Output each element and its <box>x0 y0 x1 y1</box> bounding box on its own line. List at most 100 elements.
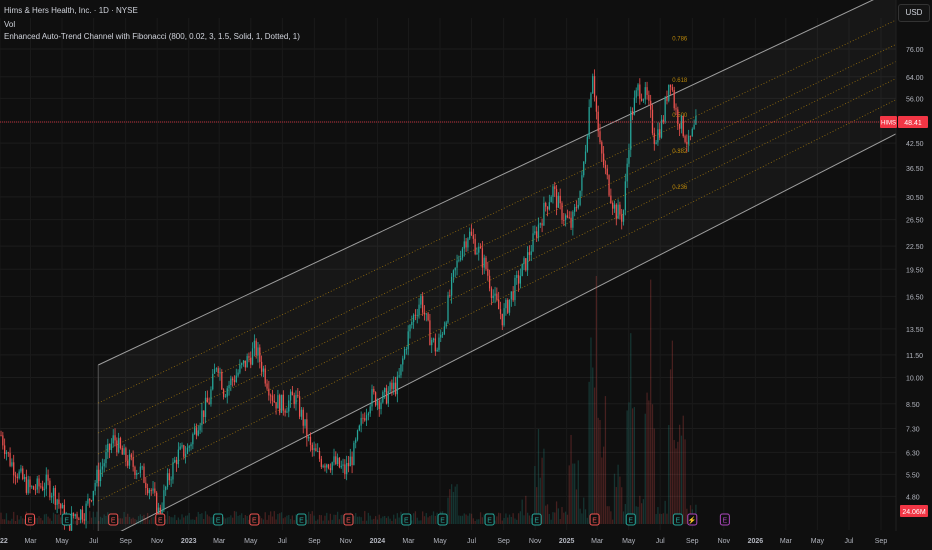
candle-body <box>624 181 626 211</box>
volume-bar <box>184 515 187 524</box>
candle-body <box>335 456 337 464</box>
price-chart[interactable]: 0.786 0.618 0.500 0.382 0.236 E E E E E E E E E E E E E E E… <box>0 0 932 550</box>
volume-bar <box>288 515 290 524</box>
candle-body <box>239 364 241 373</box>
candle-body <box>610 195 612 203</box>
volume-bar <box>374 516 377 524</box>
candle-body <box>539 223 541 225</box>
volume-bar <box>18 519 20 524</box>
candle-body <box>18 471 20 479</box>
volume-bar <box>338 519 341 524</box>
x-tick-label: Nov <box>340 538 353 545</box>
volume-bar <box>266 519 268 524</box>
candle-body <box>230 378 232 386</box>
candle-body <box>675 108 677 110</box>
volume-bar <box>566 514 569 524</box>
volume-bar <box>590 337 592 524</box>
volume-bar <box>646 392 648 524</box>
candle-body <box>554 186 556 189</box>
volume-bar <box>85 520 87 524</box>
candle-body <box>279 395 281 413</box>
candle-body <box>342 464 344 466</box>
candle-body <box>47 474 49 481</box>
volume-bar <box>318 514 321 524</box>
candle-body <box>669 84 672 88</box>
candle-body <box>127 460 129 466</box>
candle-body <box>184 453 187 457</box>
candle-body <box>400 364 402 376</box>
candle-body <box>691 128 693 137</box>
volume-bar <box>499 513 502 524</box>
candle-body <box>195 427 198 436</box>
x-tick-label: Jul <box>467 538 476 545</box>
candle-body <box>175 459 178 465</box>
candle-body <box>125 448 127 461</box>
volume-bar <box>275 519 277 524</box>
volume-bar <box>684 439 686 524</box>
volume-bar <box>525 495 527 524</box>
candle-body <box>217 368 219 373</box>
candle-body <box>186 447 189 454</box>
y-tick-label: 6.30 <box>906 450 920 457</box>
candle-body <box>58 499 60 504</box>
volume-bar <box>362 520 364 524</box>
volume-bar <box>394 518 397 524</box>
volume-bar <box>479 512 482 524</box>
volume-bar <box>431 515 433 524</box>
volume-bar <box>49 518 51 524</box>
candle-body <box>626 163 628 182</box>
earnings-marker-label: E <box>299 518 304 525</box>
y-tick-label: 7.30 <box>906 426 920 433</box>
volume-bar <box>564 511 567 524</box>
volume-bar <box>210 517 212 524</box>
currency-button[interactable]: USD <box>898 4 930 22</box>
volume-bar <box>340 514 342 524</box>
volume-bar <box>96 511 98 524</box>
volume-bar <box>282 518 284 524</box>
candle-body <box>501 313 503 326</box>
candle-body <box>150 490 152 491</box>
volume-bar <box>516 519 518 524</box>
candle-body <box>353 442 355 466</box>
candle-body <box>423 312 426 315</box>
x-tick-label: Mar <box>24 538 37 545</box>
candle-body <box>378 400 380 410</box>
candle-body <box>604 165 607 169</box>
candle-body <box>156 492 158 515</box>
candle-body <box>651 109 654 134</box>
candle-body <box>612 202 614 209</box>
volume-bar <box>592 367 594 524</box>
volume-bar <box>414 511 417 524</box>
y-tick-label: 42.50 <box>906 141 924 148</box>
volume-bar <box>682 415 684 524</box>
candle-body <box>376 400 379 406</box>
volume-bar <box>678 424 681 524</box>
candle-body <box>177 449 180 465</box>
candle-body <box>545 202 547 207</box>
candle-body <box>54 488 56 505</box>
candle-body <box>646 87 648 95</box>
candle-body <box>608 175 610 196</box>
candle-body <box>27 479 29 493</box>
volume-bar <box>150 517 152 524</box>
y-tick-label: 16.50 <box>906 294 924 301</box>
volume-bar <box>512 513 514 524</box>
candle-body <box>85 503 87 521</box>
volume-bar <box>190 519 192 524</box>
x-tick-label: Jul <box>656 538 665 545</box>
candle-body <box>268 388 270 396</box>
y-tick-label: 4.80 <box>906 494 920 501</box>
volume-bar <box>604 396 607 524</box>
candle-body <box>94 483 96 491</box>
candle-body <box>523 258 525 264</box>
candle-body <box>308 436 310 439</box>
volume-bar <box>574 463 576 524</box>
volume-bar <box>152 516 154 524</box>
volume-bar <box>664 500 666 524</box>
volume-bar <box>422 511 424 524</box>
candle-body <box>114 435 116 441</box>
volume-bar <box>36 517 38 524</box>
candle-body <box>52 488 55 496</box>
volume-bar <box>241 513 243 524</box>
candle-body <box>199 425 201 431</box>
